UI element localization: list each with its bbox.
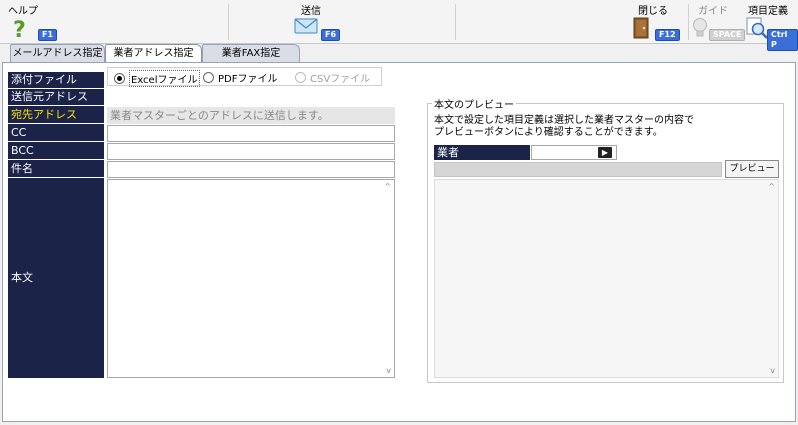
pdf-radio[interactable]: PDFファイル	[203, 70, 277, 85]
sender-address-label: 送信元アドレス	[8, 89, 104, 106]
toolbar-separator	[228, 4, 229, 40]
help-key: F1	[38, 29, 58, 41]
chevron-right-icon: ▶	[601, 148, 609, 157]
csv-radio-label: CSVファイル	[310, 74, 371, 85]
vendor-name-display	[434, 162, 722, 177]
help-button[interactable]: ヘルプ ? F1	[0, 0, 80, 44]
preview-title: 本文のプレビュー	[432, 96, 516, 111]
cc-input[interactable]	[107, 125, 395, 142]
item-definition-button[interactable]: 項目定義 Ctrl P	[742, 0, 798, 51]
radio-selected-icon	[114, 73, 125, 84]
subject-input[interactable]	[107, 161, 395, 178]
body-textarea[interactable]: ^ v	[107, 179, 395, 378]
attach-file-label: 添付ファイル	[8, 72, 104, 89]
bcc-label: BCC	[8, 142, 104, 160]
toolbar-separator	[455, 4, 456, 40]
toolbar: ヘルプ ? F1 送信 F6 閉じる F12 ガイド SPACE 項目定義 Ct…	[0, 0, 798, 51]
guide-label: ガイド	[698, 6, 728, 17]
excel-radio[interactable]: Excelファイル	[114, 70, 200, 87]
close-button[interactable]: 閉じる F12	[620, 0, 680, 44]
magnifier-icon	[745, 16, 769, 43]
preview-area[interactable]: ^ v	[434, 179, 779, 378]
radio-unselected-icon	[203, 72, 214, 83]
destination-address-hint: 業者マスターごとのアドレスに送信します。	[107, 107, 395, 124]
cc-label: CC	[8, 124, 104, 142]
tab-vendor-fax[interactable]: 業者FAX指定	[202, 44, 300, 62]
tab-label: 業者FAX指定	[221, 48, 281, 59]
send-label: 送信	[301, 6, 321, 17]
send-key: F6	[321, 29, 341, 41]
scroll-up-icon[interactable]: ^	[384, 182, 391, 191]
preview-button[interactable]: プレビュー	[725, 160, 779, 178]
subject-label: 件名	[8, 160, 104, 178]
tab-vendor-address[interactable]: 業者アドレス指定	[105, 44, 202, 64]
tab-label: 業者アドレス指定	[113, 48, 194, 59]
vendor-select-button[interactable]: ▶	[598, 147, 612, 158]
csv-radio: CSVファイル	[295, 70, 370, 85]
help-label: ヘルプ	[8, 6, 38, 17]
toolbar-separator	[688, 4, 689, 40]
guide-key: SPACE	[709, 29, 746, 41]
guide-button[interactable]: ガイド SPACE	[690, 0, 746, 44]
scroll-up-icon[interactable]: ^	[768, 182, 775, 191]
preview-description-line: 本文で設定した項目定義は選択した業者マスターの内容で	[434, 115, 694, 126]
bcc-input[interactable]	[107, 143, 395, 160]
tab-email-address[interactable]: メールアドレス指定	[10, 44, 105, 62]
svg-text:?: ?	[13, 18, 26, 40]
pdf-radio-label: PDFファイル	[218, 74, 278, 85]
close-key: F12	[655, 29, 680, 41]
help-icon: ?	[12, 18, 30, 43]
envelope-icon	[294, 17, 318, 38]
scroll-down-icon[interactable]: v	[770, 366, 775, 375]
lightbulb-icon	[692, 17, 708, 42]
excel-radio-label: Excelファイル	[129, 70, 200, 87]
vendor-label: 業者	[434, 145, 530, 160]
tab-label: メールアドレス指定	[12, 48, 103, 59]
scroll-down-icon[interactable]: v	[386, 366, 391, 375]
preview-description: 本文で設定した項目定義は選択した業者マスターの内容で プレビューボタンにより確認…	[434, 115, 694, 139]
item-definition-label: 項目定義	[748, 6, 788, 17]
destination-address-label: 宛先アドレス	[8, 106, 104, 124]
radio-disabled-icon	[295, 72, 306, 83]
preview-description-line: プレビューボタンにより確認することができます。	[434, 127, 663, 138]
close-label: 閉じる	[638, 6, 668, 17]
send-button[interactable]: 送信 F6	[280, 0, 360, 44]
body-label: 本文	[8, 178, 104, 378]
attach-file-options: Excelファイル PDFファイル CSVファイル	[107, 67, 382, 87]
door-icon	[632, 17, 652, 42]
tab-bar: メールアドレス指定 業者アドレス指定 業者FAX指定	[0, 44, 798, 64]
